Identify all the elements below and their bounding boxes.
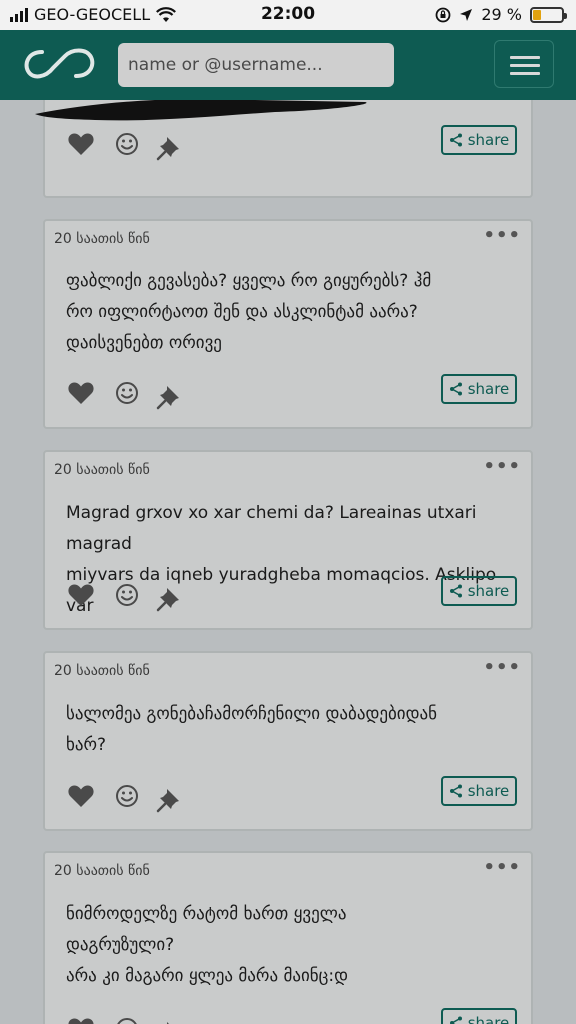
share-button[interactable]: share <box>441 576 517 606</box>
smiley-icon[interactable] <box>113 130 141 158</box>
post-actions <box>67 379 187 411</box>
infinity-logo-icon[interactable] <box>20 44 98 84</box>
pin-icon[interactable] <box>155 383 183 411</box>
share-icon <box>449 133 462 147</box>
location-arrow-icon <box>460 8 473 21</box>
hamburger-menu-icon <box>510 56 540 59</box>
share-icon <box>449 1016 462 1024</box>
share-label: share <box>467 1014 510 1024</box>
pin-icon[interactable] <box>155 134 183 162</box>
share-button[interactable]: share <box>441 776 517 806</box>
menu-button[interactable] <box>494 40 554 88</box>
post-actions <box>67 130 187 162</box>
share-button[interactable]: share <box>441 1008 517 1024</box>
post-timestamp: 20 საათის წინ <box>54 231 150 247</box>
share-icon <box>449 784 462 798</box>
post-card: 20 საათის წინ ••• ნიმროდელზე რატომ ხართ … <box>43 851 533 1024</box>
post-actions <box>67 581 187 613</box>
share-label: share <box>467 131 510 149</box>
more-dots-icon[interactable]: ••• <box>483 657 521 678</box>
post-timestamp: 20 საათის წინ <box>54 863 150 879</box>
heart-icon[interactable] <box>67 130 95 158</box>
search-input[interactable] <box>118 43 394 87</box>
battery-icon <box>530 6 567 23</box>
post-card: 20 საათის წინ ••• ფაბლიქი გევასება? ყველ… <box>43 219 533 429</box>
share-label: share <box>467 582 510 600</box>
orientation-lock-icon <box>435 7 451 22</box>
post-timestamp: 20 საათის წინ <box>54 663 150 679</box>
share-icon <box>449 584 462 598</box>
post-text: ფაბლიქი გევასება? ყველა რო გიყურებს? ჰმ … <box>66 271 432 353</box>
smiley-icon[interactable] <box>113 379 141 407</box>
heart-icon[interactable] <box>67 1015 95 1024</box>
share-label: share <box>467 380 510 398</box>
post-card: share <box>35 100 533 198</box>
pin-icon[interactable] <box>155 786 183 814</box>
smiley-icon[interactable] <box>113 782 141 810</box>
share-label: share <box>467 782 510 800</box>
app-header <box>0 30 576 100</box>
more-dots-icon[interactable]: ••• <box>483 225 521 246</box>
share-button[interactable]: share <box>441 374 517 404</box>
post-actions <box>67 782 187 814</box>
share-icon <box>449 382 462 396</box>
post-actions <box>67 1015 187 1024</box>
post-timestamp: 20 საათის წინ <box>54 462 150 478</box>
heart-icon[interactable] <box>67 581 95 609</box>
post-card: 20 საათის წინ ••• სალომეა გონებაჩამორჩენ… <box>43 651 533 831</box>
heart-icon[interactable] <box>67 782 95 810</box>
pin-icon[interactable] <box>155 585 183 613</box>
status-right: 29 % <box>435 5 567 24</box>
post-text: სალომეა გონებაჩამორჩენილი დაბადებიდან ხა… <box>66 704 438 755</box>
share-button[interactable]: share <box>441 125 517 155</box>
pin-icon[interactable] <box>155 1019 183 1024</box>
heart-icon[interactable] <box>67 379 95 407</box>
post-card: 20 საათის წინ ••• Magrad grxov xo xar ch… <box>43 450 533 630</box>
smiley-icon[interactable] <box>113 1015 141 1024</box>
smiley-icon[interactable] <box>113 581 141 609</box>
battery-percent: 29 % <box>481 5 522 24</box>
status-bar: GEO-GEOCELL 22:00 29 % <box>0 0 576 30</box>
post-feed[interactable]: share 20 საათის წინ ••• ფაბლიქი გევასება… <box>0 100 576 1024</box>
more-dots-icon[interactable]: ••• <box>483 857 521 878</box>
more-dots-icon[interactable]: ••• <box>483 456 521 477</box>
post-text: ნიმროდელზე რატომ ხართ ყველა დაგრუზული? ა… <box>66 904 349 986</box>
redaction-scribble <box>35 100 367 121</box>
